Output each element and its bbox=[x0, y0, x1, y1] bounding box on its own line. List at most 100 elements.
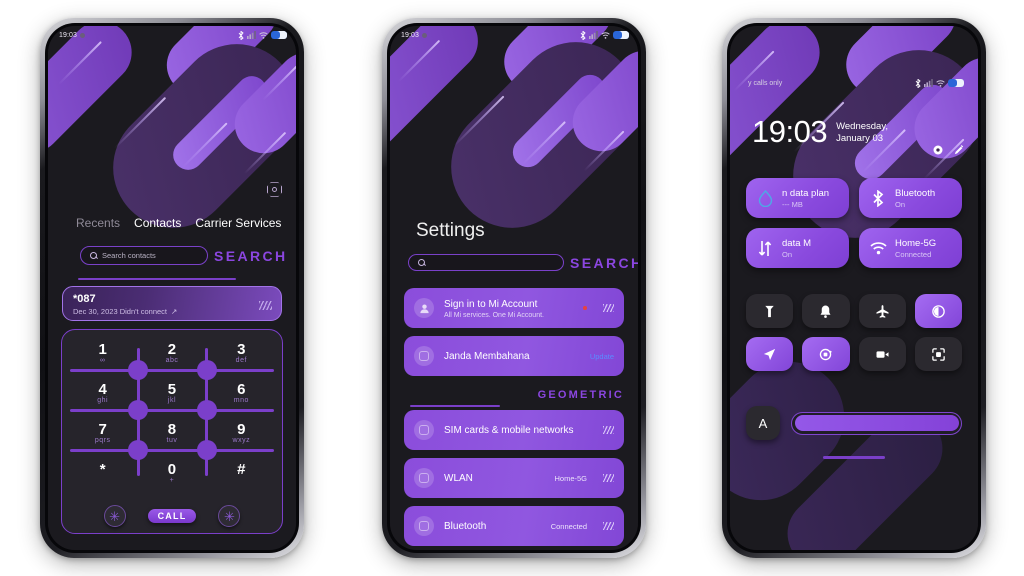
wifi-icon bbox=[414, 468, 434, 488]
mi-account-card[interactable]: Sign in to Mi Account All Mi services. O… bbox=[404, 288, 624, 328]
tile-label: n data plan bbox=[782, 187, 830, 199]
setting-title: WLAN bbox=[444, 472, 473, 484]
tile-scan[interactable] bbox=[914, 337, 962, 371]
key-letters: mno bbox=[233, 397, 249, 404]
key-2[interactable]: 2 abc bbox=[137, 340, 206, 380]
tab-recents[interactable]: Recents bbox=[76, 216, 120, 230]
key-digit: 1 bbox=[98, 341, 107, 358]
key-0[interactable]: 0 + bbox=[137, 460, 206, 500]
dialer-search-row: Search contacts SEARCH bbox=[48, 246, 296, 265]
tile-sub: On bbox=[782, 249, 793, 259]
settings-search-row: SEARCH bbox=[390, 254, 638, 271]
tab-carrier-services[interactable]: Carrier Services bbox=[195, 216, 281, 230]
key-digit: 8 bbox=[167, 421, 177, 438]
tile-flashlight[interactable] bbox=[746, 294, 794, 328]
setting-title: SIM cards & mobile networks bbox=[444, 424, 574, 436]
dialer-settings-button[interactable] bbox=[267, 182, 282, 197]
battery-icon bbox=[271, 31, 287, 39]
status-time: 19:03 bbox=[59, 31, 78, 39]
call-button[interactable]: CALL bbox=[147, 509, 197, 523]
drag-handle[interactable] bbox=[823, 456, 885, 459]
key-1[interactable]: 1 ∞ bbox=[68, 340, 137, 380]
system-update-card[interactable]: Janda Membahana Update bbox=[404, 336, 624, 376]
decor-slash-icon bbox=[603, 474, 614, 482]
settings-gear-icon bbox=[267, 182, 282, 197]
key-letters: ghi bbox=[97, 397, 109, 404]
settings-icon[interactable] bbox=[932, 144, 944, 156]
location-icon bbox=[764, 348, 776, 360]
tile-airplane-mode[interactable] bbox=[858, 294, 906, 328]
key-digit: 3 bbox=[237, 341, 246, 358]
tile-bluetooth[interactable]: Bluetooth On bbox=[859, 178, 962, 218]
key-8[interactable]: 8 tuv bbox=[137, 420, 206, 460]
keypad-right-action-button[interactable]: ✳ bbox=[218, 505, 241, 527]
tile-screen-record[interactable] bbox=[858, 337, 906, 371]
screen-record-icon bbox=[876, 350, 889, 358]
key-letters: ∞ bbox=[99, 357, 106, 364]
brightness-slider[interactable] bbox=[791, 411, 962, 435]
signal-icon bbox=[247, 31, 256, 39]
wifi-icon bbox=[869, 239, 887, 257]
notification-dot-icon bbox=[80, 32, 86, 38]
setting-item-bluetooth[interactable]: Bluetooth Connected bbox=[404, 506, 624, 546]
key-6[interactable]: 6 mno bbox=[207, 380, 276, 420]
status-bar: 19:03 bbox=[48, 26, 296, 42]
flashlight-icon bbox=[765, 305, 774, 317]
setting-item-sim-cards[interactable]: SIM cards & mobile networks bbox=[404, 410, 624, 450]
status-time: 19:03 bbox=[401, 31, 420, 39]
key-digit: # bbox=[237, 461, 246, 478]
battery-icon bbox=[948, 79, 964, 87]
recent-call-item[interactable]: *087 Dec 30, 2023 Didn't connect ↗ bbox=[62, 286, 282, 321]
key-letters: tuv bbox=[166, 437, 178, 444]
mi-account-subtitle: All Mi services. One Mi Account. bbox=[444, 311, 544, 319]
tile-mobile-data[interactable]: data M On bbox=[746, 228, 849, 268]
key-hash[interactable]: # bbox=[207, 460, 276, 500]
search-label: SEARCH bbox=[214, 247, 288, 264]
tile-location[interactable] bbox=[746, 337, 794, 371]
key-9[interactable]: 9 wxyz bbox=[207, 420, 276, 460]
setting-value: Connected bbox=[550, 521, 587, 531]
update-badge: Update bbox=[589, 351, 614, 361]
tile-label: Bluetooth bbox=[895, 187, 936, 199]
bluetooth-icon bbox=[869, 189, 887, 207]
brightness-row: A bbox=[746, 406, 962, 440]
key-digit: 5 bbox=[167, 381, 177, 398]
tile-dark-mode[interactable] bbox=[914, 294, 962, 328]
search-icon bbox=[90, 252, 97, 259]
key-5[interactable]: 5 jkl bbox=[137, 380, 206, 420]
tile-ringer[interactable] bbox=[802, 294, 850, 328]
square-icon bbox=[414, 346, 434, 366]
search-label: SEARCH bbox=[570, 254, 638, 271]
key-3[interactable]: 3 def bbox=[207, 340, 276, 380]
dial-keypad: 1 ∞ 2 abc 3 def 4 ghi 5 jkl 6 mno 7 pqrs… bbox=[61, 329, 283, 534]
keypad-grid: 1 ∞ 2 abc 3 def 4 ghi 5 jkl 6 mno 7 pqrs… bbox=[68, 340, 276, 500]
edit-pencil-icon[interactable] bbox=[953, 144, 965, 156]
setting-item-wlan[interactable]: WLAN Home-5G bbox=[404, 458, 624, 498]
outgoing-arrow-icon: ↗ bbox=[171, 307, 178, 316]
phone-bezel: 19:03 Settings SEARCH Sign in to Mi Acco… bbox=[387, 23, 641, 553]
key-letters: def bbox=[235, 357, 247, 364]
bluetooth-icon bbox=[915, 78, 921, 88]
tile-auto-rotate[interactable] bbox=[802, 337, 850, 371]
tile-label: data M bbox=[782, 237, 812, 249]
key-7[interactable]: 7 pqrs bbox=[68, 420, 137, 460]
tile-wifi[interactable]: Home-5G Connected bbox=[859, 228, 962, 268]
search-contacts-input[interactable]: Search contacts bbox=[80, 246, 208, 265]
recent-call-detail: Dec 30, 2023 Didn't connect bbox=[73, 307, 167, 316]
auto-rotate-icon bbox=[820, 348, 833, 360]
scan-icon bbox=[932, 347, 945, 361]
recent-call-number: *087 bbox=[73, 293, 96, 305]
key-star[interactable]: * bbox=[68, 460, 137, 500]
key-4[interactable]: 4 ghi bbox=[68, 380, 137, 420]
bluetooth-icon bbox=[238, 30, 244, 40]
tile-data-plan[interactable]: n data plan --- MB bbox=[746, 178, 849, 218]
section-underline bbox=[410, 404, 500, 407]
dialer-screen: 19:03 Recents Contacts Carrier Services … bbox=[48, 26, 296, 550]
wifi-icon bbox=[259, 31, 268, 39]
auto-brightness-button[interactable]: A bbox=[746, 406, 780, 440]
key-letters: + bbox=[169, 477, 175, 484]
keypad-left-action-button[interactable]: ✳ bbox=[103, 505, 126, 527]
tab-contacts[interactable]: Contacts bbox=[134, 216, 181, 230]
key-letters: jkl bbox=[167, 397, 177, 404]
settings-search-input[interactable] bbox=[408, 254, 564, 271]
